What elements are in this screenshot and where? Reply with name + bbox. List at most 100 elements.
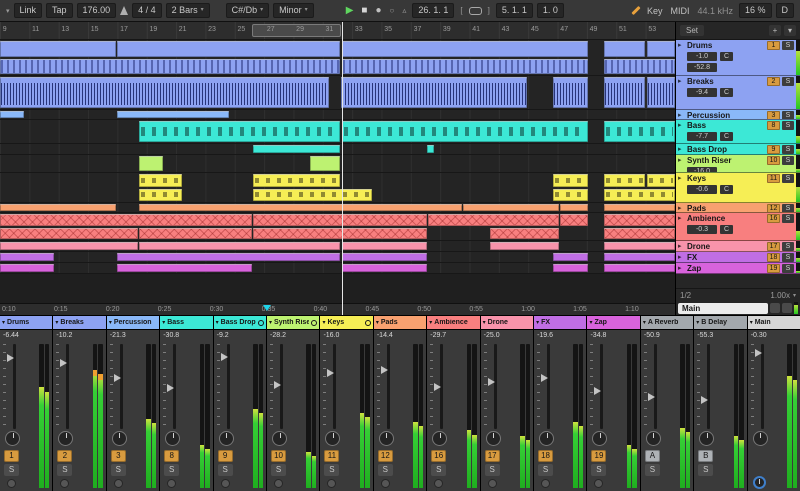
clip[interactable] xyxy=(253,188,372,201)
track-activator[interactable]: 2 xyxy=(57,450,73,462)
collapse-icon[interactable]: ▾ xyxy=(750,319,753,326)
collapse-icon[interactable]: ▾ xyxy=(429,319,432,326)
track-activator[interactable]: 17 xyxy=(484,450,500,462)
key-root-menu[interactable]: C#/Db ▾ xyxy=(225,3,270,18)
pan-knob[interactable] xyxy=(5,431,20,446)
clip[interactable] xyxy=(0,204,117,211)
collapse-icon[interactable]: ▾ xyxy=(696,319,699,326)
arrangement-position-field[interactable]: 26. 1. 1 xyxy=(412,3,455,18)
track-activator[interactable]: B xyxy=(698,450,714,462)
clip[interactable] xyxy=(309,156,341,171)
mixer-tab-keys[interactable]: ▾ Keys xyxy=(320,316,373,329)
track-activator[interactable]: 1 xyxy=(767,41,780,50)
collapse-icon[interactable]: ▾ xyxy=(643,319,646,326)
track-lane-row-bass[interactable] xyxy=(0,120,675,144)
mixer-tab-drone[interactable]: ▾ Drone xyxy=(480,316,534,329)
clip[interactable] xyxy=(0,253,54,261)
clip[interactable] xyxy=(647,174,675,187)
track-activator[interactable]: 19 xyxy=(767,264,780,273)
track-lane-row-bass-drop[interactable] xyxy=(0,144,675,155)
arm-button[interactable] xyxy=(7,479,16,488)
pan-field[interactable]: C xyxy=(720,88,733,97)
arm-button[interactable] xyxy=(594,479,604,488)
solo-button[interactable]: S xyxy=(591,464,607,476)
clip[interactable] xyxy=(552,174,588,187)
pan-knob[interactable] xyxy=(432,431,448,446)
fader-handle[interactable] xyxy=(541,374,549,382)
mixer-tab-bass[interactable]: ▾ Bass xyxy=(160,316,213,329)
mixer-tab-b-delay[interactable]: ▾ B Delay xyxy=(694,316,747,329)
pan-knob[interactable] xyxy=(539,431,555,446)
loop-button[interactable] xyxy=(468,6,482,15)
collapse-icon[interactable]: ▾ xyxy=(589,319,592,326)
solo-button[interactable]: S xyxy=(110,464,126,476)
track-header-percussion[interactable]: ▸ Percussion 3 S xyxy=(676,110,800,120)
track-header-breaks[interactable]: ▸ Breaks 2 S -9.4 C xyxy=(676,76,800,110)
arm-button[interactable] xyxy=(60,479,70,488)
solo-button[interactable]: S xyxy=(782,174,794,183)
track-activator[interactable]: A xyxy=(644,450,660,462)
arm-button[interactable] xyxy=(220,479,230,488)
track-header-fx[interactable]: ▸ FX 18 S xyxy=(676,252,800,263)
track-lane-row-zap[interactable] xyxy=(0,263,675,274)
volume-value[interactable]: -0.30 xyxy=(748,330,800,342)
volume-field[interactable]: -1.0 xyxy=(687,52,717,61)
time-ruler[interactable]: 0:10 0:15 0:20 0:25 0:30 0:35 0:40 0:45 0:50 0:55… xyxy=(0,303,675,315)
unfold-icon[interactable]: ▸ xyxy=(678,204,682,212)
track-activator[interactable]: 8 xyxy=(767,121,780,130)
volume-value[interactable]: -9.2 xyxy=(214,330,266,342)
clip[interactable] xyxy=(117,41,341,57)
volume-fader[interactable] xyxy=(643,344,666,429)
add-locator-button[interactable]: + xyxy=(769,25,781,36)
pan-knob[interactable] xyxy=(485,431,501,446)
track-activator[interactable]: 18 xyxy=(538,450,554,462)
collapse-icon[interactable]: ▾ xyxy=(55,319,58,326)
track-header-drone[interactable]: ▸ Drone 17 S xyxy=(676,241,800,252)
solo-button[interactable]: S xyxy=(57,464,73,476)
volume-fader[interactable] xyxy=(750,344,773,429)
clip[interactable] xyxy=(604,264,675,272)
solo-button[interactable]: S xyxy=(782,111,794,119)
pan-knob[interactable] xyxy=(325,431,341,446)
clip[interactable] xyxy=(552,77,588,108)
clip[interactable] xyxy=(139,242,341,250)
fader-handle[interactable] xyxy=(60,358,68,367)
clip[interactable] xyxy=(0,264,54,272)
track-activator[interactable]: 9 xyxy=(767,145,780,154)
track-activator[interactable]: 11 xyxy=(324,450,340,462)
track-activator[interactable]: 11 xyxy=(767,174,780,183)
mixer-tab-synth-riser[interactable]: ▾ Synth Riser xyxy=(267,316,320,329)
collapse-icon[interactable]: ▾ xyxy=(162,319,165,326)
arm-button[interactable] xyxy=(274,479,284,488)
pan-field[interactable]: C xyxy=(720,225,733,234)
volume-fader[interactable] xyxy=(483,344,506,429)
tempo-field[interactable]: 176.00 xyxy=(76,3,117,18)
volume-fader[interactable] xyxy=(163,344,185,429)
clip[interactable] xyxy=(117,264,253,272)
unfold-icon[interactable]: ▸ xyxy=(678,214,682,222)
solo-button[interactable]: S xyxy=(538,464,554,476)
solo-button[interactable]: S xyxy=(782,204,794,212)
clip[interactable] xyxy=(604,214,675,226)
collapse-icon[interactable]: ▾ xyxy=(109,319,112,326)
track-lane-row-synth-riser[interactable] xyxy=(0,155,675,173)
clip[interactable] xyxy=(342,41,588,57)
track-header-drums[interactable]: ▸ Drums 1 S -1.0 C -52.8 xyxy=(676,40,800,76)
clip[interactable] xyxy=(342,264,427,272)
unfold-icon[interactable]: ▸ xyxy=(678,253,682,261)
solo-button[interactable]: S xyxy=(782,41,794,50)
loop-length-field[interactable]: 1. 0 xyxy=(536,3,564,18)
unfold-icon[interactable]: ▸ xyxy=(678,41,682,49)
fader-handle[interactable] xyxy=(594,386,602,395)
solo-button[interactable]: S xyxy=(484,464,500,476)
playback-speed[interactable]: 1.00x xyxy=(770,291,790,300)
volume-fader[interactable] xyxy=(109,344,132,429)
volume-value[interactable]: -50.9 xyxy=(641,330,693,342)
fader-handle[interactable] xyxy=(113,374,121,382)
volume-value[interactable]: -29.7 xyxy=(427,330,479,342)
mixer-tab-a-reverb[interactable]: ▾ A Reverb xyxy=(640,316,694,329)
clip[interactable] xyxy=(253,174,341,187)
volume-fader[interactable] xyxy=(697,344,719,429)
pan-knob[interactable] xyxy=(111,431,127,446)
mixer-tab-pads[interactable]: ▾ Pads xyxy=(373,316,427,329)
